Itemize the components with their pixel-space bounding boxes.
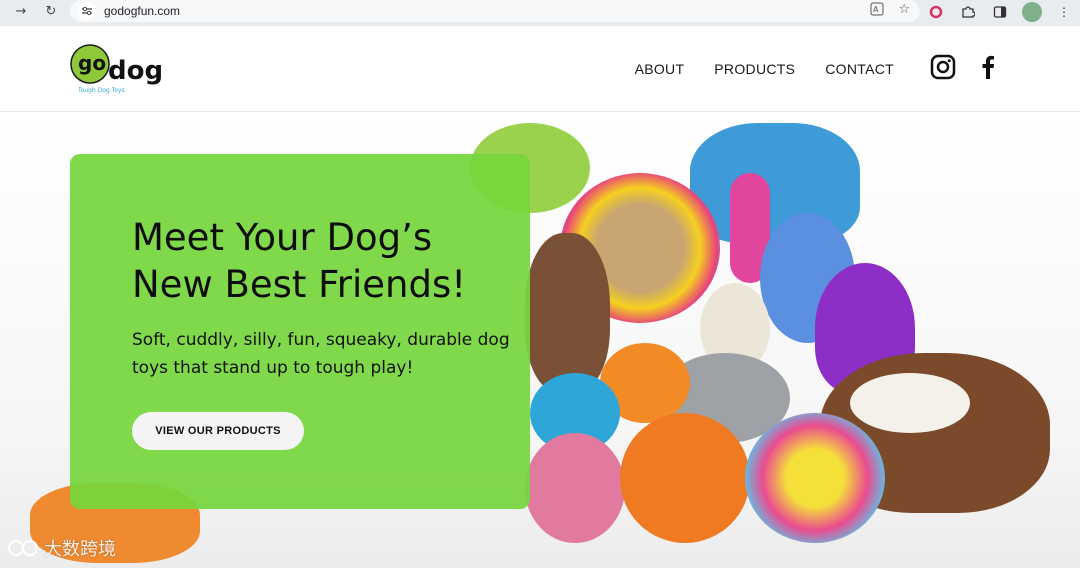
logo-go-text: go [78,51,106,75]
watermark-text: 大数跨境 [44,539,116,560]
browser-toolbar: → ↻ godogfun.com A ☆ ⋮ [0,0,1080,26]
logo-tagline: Tough Dog Toys [77,87,125,94]
logo-dog-text: dog [108,56,163,86]
profile-avatar-icon[interactable] [1022,2,1042,22]
extensions-puzzle-icon[interactable] [958,2,978,22]
site-header: go dog Tough Dog Toys ABOUT PRODUCTS CON… [0,26,1080,112]
hero-headline: Meet Your Dog’s New Best Friends! [132,216,467,306]
toy-raccoon-face [850,373,970,433]
browser-menu-icon[interactable]: ⋮ [1054,2,1074,22]
toy-rainbow-fluff [745,413,885,543]
site-settings-icon[interactable] [78,2,96,20]
main-nav: ABOUT PRODUCTS CONTACT [635,54,996,84]
nav-about-link[interactable]: ABOUT [635,61,685,77]
nav-contact-link[interactable]: CONTACT [825,61,894,77]
forward-arrow-icon[interactable]: → [10,0,32,22]
watermark-logo-icon [8,540,38,556]
translate-icon[interactable]: A [870,2,884,20]
address-bar[interactable]: godogfun.com A ☆ [70,0,920,22]
toy-orange-fish [620,413,750,543]
toy-pink-moose [525,433,625,543]
side-panel-icon[interactable] [990,2,1010,22]
url-text: godogfun.com [104,4,181,18]
watermark: 大数跨境 [8,535,116,561]
social-links [930,54,996,84]
nav-products-link[interactable]: PRODUCTS [714,61,795,77]
hero-panel: Meet Your Dog’s New Best Friends! Soft, … [70,154,530,509]
bookmark-star-icon[interactable]: ☆ [898,2,910,20]
hero-subheadline: Soft, cuddly, silly, fun, squeaky, durab… [132,330,510,378]
svg-text:A: A [873,5,879,14]
extension-ring-icon[interactable] [926,2,946,22]
toy-brown-donkey [525,233,610,393]
godog-logo[interactable]: go dog Tough Dog Toys [70,42,166,94]
instagram-icon[interactable] [930,54,956,84]
reload-icon[interactable]: ↻ [40,0,62,22]
view-products-button[interactable]: VIEW OUR PRODUCTS [132,412,304,450]
facebook-icon[interactable] [980,55,996,83]
hero-section: Meet Your Dog’s New Best Friends! Soft, … [0,113,1080,568]
